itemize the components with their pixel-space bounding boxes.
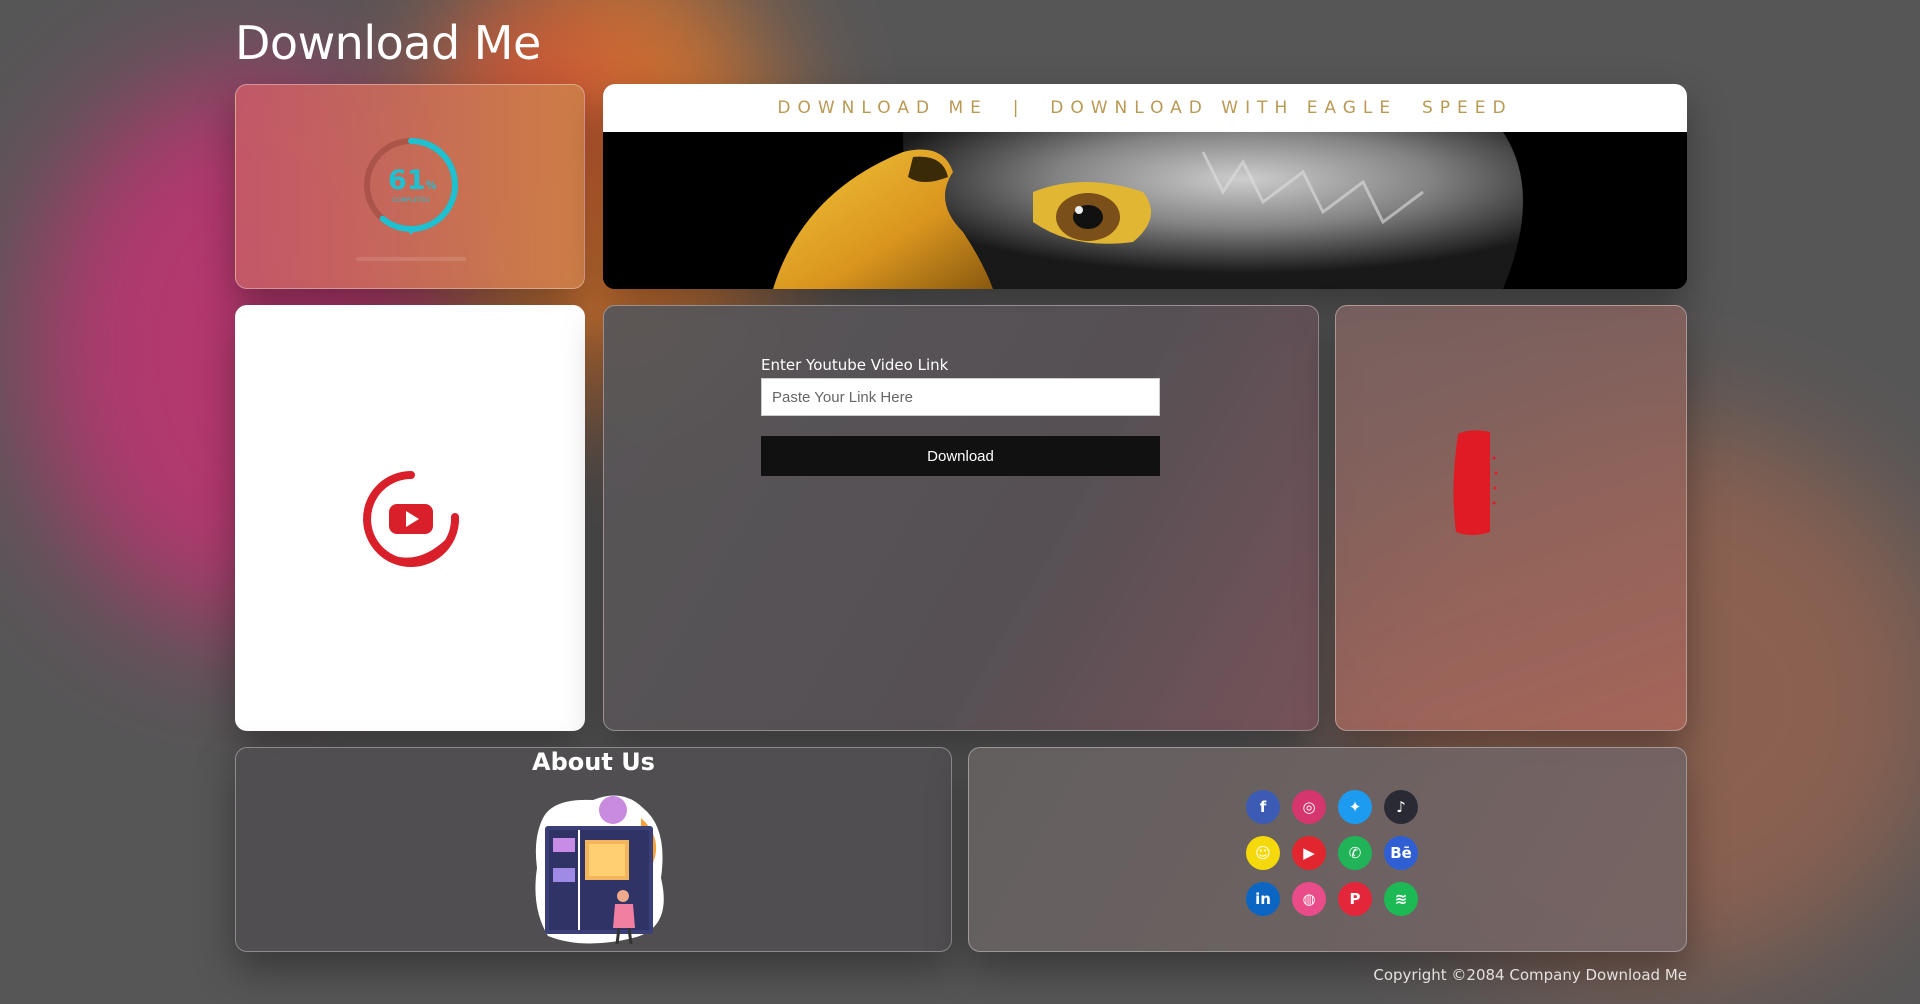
tiktok-icon[interactable]: ♪ [1384,790,1418,824]
behance-icon[interactable]: Bē [1384,836,1418,870]
progress-caption-placeholder [356,257,466,261]
snapchat-icon[interactable]: ☺ [1246,836,1280,870]
download-form-card: Enter Youtube Video Link Download [603,305,1319,731]
banner-text: DOWNLOAD ME | DOWNLOAD WITH EAGLE SPEED [777,98,1513,118]
facebook-icon[interactable]: f [1246,790,1280,824]
linkedin-icon[interactable]: in [1246,882,1280,916]
pinterest-icon[interactable]: P [1338,882,1372,916]
social-icons-grid: f ◎ ✦ ♪ ☺ ▶ ✆ Bē in ◍ P ≋ [1246,790,1426,916]
link-input-label: Enter Youtube Video Link [761,356,949,374]
spotify-icon[interactable]: ≋ [1384,882,1418,916]
youtube-card [235,305,585,731]
decorative-card [1335,305,1687,731]
twitter-icon[interactable]: ✦ [1338,790,1372,824]
about-title: About Us [532,748,655,776]
download-button[interactable]: Download [761,436,1160,476]
instagram-icon[interactable]: ◎ [1292,790,1326,824]
progress-value: 61% [388,165,437,196]
social-links-card: f ◎ ✦ ♪ ☺ ▶ ✆ Bē in ◍ P ≋ [968,747,1687,952]
youtube-logo-icon [363,471,460,567]
progress-label: COMPLETED [392,197,430,204]
eagle-banner: DOWNLOAD ME | DOWNLOAD WITH EAGLE SPEED [603,84,1687,289]
youtube-link-input[interactable] [761,378,1160,416]
dribbble-icon[interactable]: ◍ [1292,882,1326,916]
about-card: About Us [235,747,952,952]
banner-bar: DOWNLOAD ME | DOWNLOAD WITH EAGLE SPEED [603,84,1687,132]
kanban-board-illustration [535,795,664,945]
page-title: Download Me [235,16,541,70]
youtube-icon[interactable]: ▶ [1292,836,1326,870]
copyright-text: Copyright ©2084 Company Download Me [1373,966,1687,984]
red-shape-icon [1453,430,1498,535]
progress-card: 61% COMPLETED [235,84,585,289]
whatsapp-icon[interactable]: ✆ [1338,836,1372,870]
eagle-image [603,132,1687,289]
